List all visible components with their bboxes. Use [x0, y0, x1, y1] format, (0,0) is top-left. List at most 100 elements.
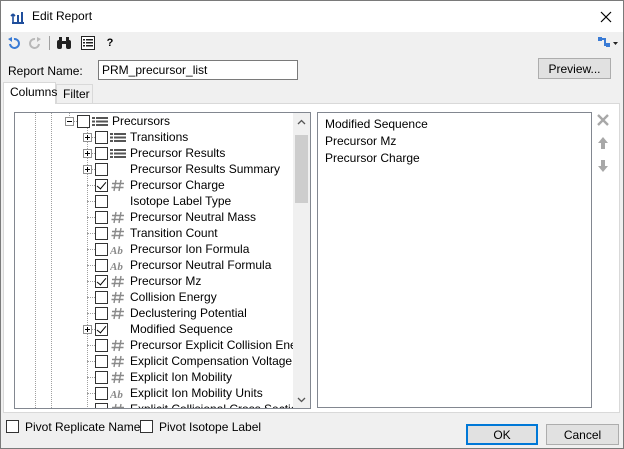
- tree-item[interactable]: Precursor Charge: [15, 177, 295, 193]
- tree-item-checkbox[interactable]: [95, 227, 108, 240]
- tree-item-checkbox[interactable]: [95, 339, 108, 352]
- settings-dropdown-button[interactable]: [596, 35, 620, 51]
- svg-text:Ab: Ab: [110, 245, 123, 256]
- move-down-button[interactable]: [595, 158, 611, 174]
- help-button[interactable]: ?: [102, 35, 118, 51]
- ok-button[interactable]: OK: [466, 424, 538, 445]
- tree-item-label: Transition Count: [130, 226, 218, 240]
- tree-item-checkbox[interactable]: [95, 323, 108, 336]
- tree-item[interactable]: Collision Energy: [15, 289, 295, 305]
- columns-tab-page: Precursors Transitions Precursor Results Pr…: [3, 103, 620, 413]
- cancel-button[interactable]: Cancel: [546, 424, 619, 445]
- tree-item-checkbox[interactable]: [95, 387, 108, 400]
- redo-button[interactable]: [27, 35, 43, 51]
- svg-text:Ab: Ab: [110, 261, 123, 272]
- find-button[interactable]: [56, 35, 72, 51]
- svg-text:Ab: Ab: [110, 389, 123, 400]
- tree-item-label: Precursor Neutral Formula: [130, 258, 272, 272]
- tab-filter[interactable]: Filter: [56, 84, 93, 103]
- tree-item-checkbox[interactable]: [95, 211, 108, 224]
- tree-item-checkbox[interactable]: [95, 259, 108, 272]
- tree-item[interactable]: Transition Count: [15, 225, 295, 241]
- remove-column-button[interactable]: [595, 112, 611, 128]
- tree-item-label: Transitions: [130, 130, 189, 144]
- tree-item-checkbox[interactable]: [95, 195, 108, 208]
- expand-icon[interactable]: [83, 149, 92, 158]
- tree-item[interactable]: Declustering Potential: [15, 305, 295, 321]
- tree-item[interactable]: Precursor Results: [15, 145, 295, 161]
- number-field-icon: [110, 291, 126, 304]
- tree-vertical-scrollbar[interactable]: [293, 113, 310, 408]
- scroll-up-button[interactable]: [293, 113, 310, 130]
- tree-item[interactable]: Precursors: [15, 113, 295, 129]
- tree-item-checkbox[interactable]: [95, 179, 108, 192]
- tree-item-label: Precursor Charge: [130, 178, 225, 192]
- list-item[interactable]: Precursor Charge: [325, 151, 420, 165]
- tree-item-label: Declustering Potential: [130, 306, 247, 320]
- arrow-up-icon: [598, 137, 608, 149]
- undo-icon: [8, 37, 20, 49]
- scroll-down-button[interactable]: [293, 391, 310, 408]
- chevron-up-icon: [297, 119, 306, 124]
- toolbar-separator: [49, 36, 50, 50]
- tree-item-checkbox[interactable]: [95, 131, 108, 144]
- binoculars-icon: [57, 37, 71, 49]
- undo-button[interactable]: [6, 35, 22, 51]
- table-icon: [110, 131, 126, 144]
- tree-item-checkbox[interactable]: [77, 115, 90, 128]
- tree-item-label: Modified Sequence: [130, 322, 233, 336]
- expand-icon[interactable]: [83, 325, 92, 334]
- preview-button[interactable]: Preview...: [538, 58, 611, 79]
- tree-item-label: Explicit Collisional Cross Section: [130, 402, 305, 409]
- list-item[interactable]: Precursor Mz: [325, 134, 396, 148]
- column-tree[interactable]: Precursors Transitions Precursor Results Pr…: [14, 112, 311, 409]
- tree-item-checkbox[interactable]: [95, 371, 108, 384]
- tree-item[interactable]: Explicit Ion Mobility: [15, 369, 295, 385]
- tree-item-checkbox[interactable]: [95, 243, 108, 256]
- tree-item[interactable]: Transitions: [15, 129, 295, 145]
- number-field-icon: [110, 339, 126, 352]
- tree-item-checkbox[interactable]: [95, 275, 108, 288]
- tree-item[interactable]: Ab Precursor Ion Formula: [15, 241, 295, 257]
- tree-item-label: Isotope Label Type: [130, 194, 232, 208]
- report-name-input[interactable]: PRM_precursor_list: [98, 60, 298, 80]
- list-item[interactable]: Modified Sequence: [325, 117, 428, 131]
- tree-item[interactable]: Precursor Mz: [15, 273, 295, 289]
- tree-item[interactable]: Precursor Neutral Mass: [15, 209, 295, 225]
- tab-columns[interactable]: Columns: [3, 82, 57, 104]
- tree-item-checkbox[interactable]: [95, 291, 108, 304]
- collapse-icon[interactable]: [65, 117, 74, 126]
- tree-item-label: Explicit Ion Mobility Units: [130, 386, 263, 400]
- number-field-icon: [110, 371, 126, 384]
- tree-item[interactable]: Precursor Explicit Collision Energy: [15, 337, 310, 353]
- list-view-button[interactable]: [80, 35, 96, 51]
- expand-icon[interactable]: [83, 133, 92, 142]
- tree-item-checkbox[interactable]: [95, 163, 108, 176]
- number-field-icon: [110, 355, 126, 368]
- tree-item-label: Precursor Ion Formula: [130, 242, 250, 256]
- tree-item-label: Precursor Explicit Collision Energy: [130, 338, 311, 352]
- move-up-button[interactable]: [595, 135, 611, 151]
- tree-item-checkbox[interactable]: [95, 403, 108, 408]
- expand-icon[interactable]: [83, 165, 92, 174]
- tree-item[interactable]: Ab Precursor Neutral Formula: [15, 257, 295, 273]
- pivot-replicate-checkbox[interactable]: [6, 420, 19, 433]
- tree-item[interactable]: Ab Explicit Ion Mobility Units: [15, 385, 295, 401]
- close-button[interactable]: [589, 1, 623, 32]
- tree-item[interactable]: Explicit Collisional Cross Section: [15, 401, 304, 408]
- tree-item[interactable]: Precursor Results Summary: [15, 161, 295, 177]
- tree-item-checkbox[interactable]: [95, 147, 108, 160]
- number-field-icon: [110, 211, 126, 224]
- tree-item-checkbox[interactable]: [95, 355, 108, 368]
- text-field-icon: Ab: [109, 243, 126, 257]
- tree-item-checkbox[interactable]: [95, 307, 108, 320]
- selected-columns-list[interactable]: Modified Sequence Precursor Mz Precursor…: [317, 112, 592, 408]
- pivot-replicate-label: Pivot Replicate Name: [25, 420, 141, 434]
- tree-item[interactable]: Explicit Compensation Voltage: [15, 353, 295, 369]
- scroll-thumb[interactable]: [295, 135, 308, 203]
- pivot-isotope-checkbox[interactable]: [140, 420, 153, 433]
- tree-item[interactable]: Isotope Label Type: [15, 193, 295, 209]
- chevron-down-icon: [297, 397, 306, 402]
- tree-item[interactable]: Modified Sequence: [15, 321, 295, 337]
- number-field-icon: [110, 275, 126, 288]
